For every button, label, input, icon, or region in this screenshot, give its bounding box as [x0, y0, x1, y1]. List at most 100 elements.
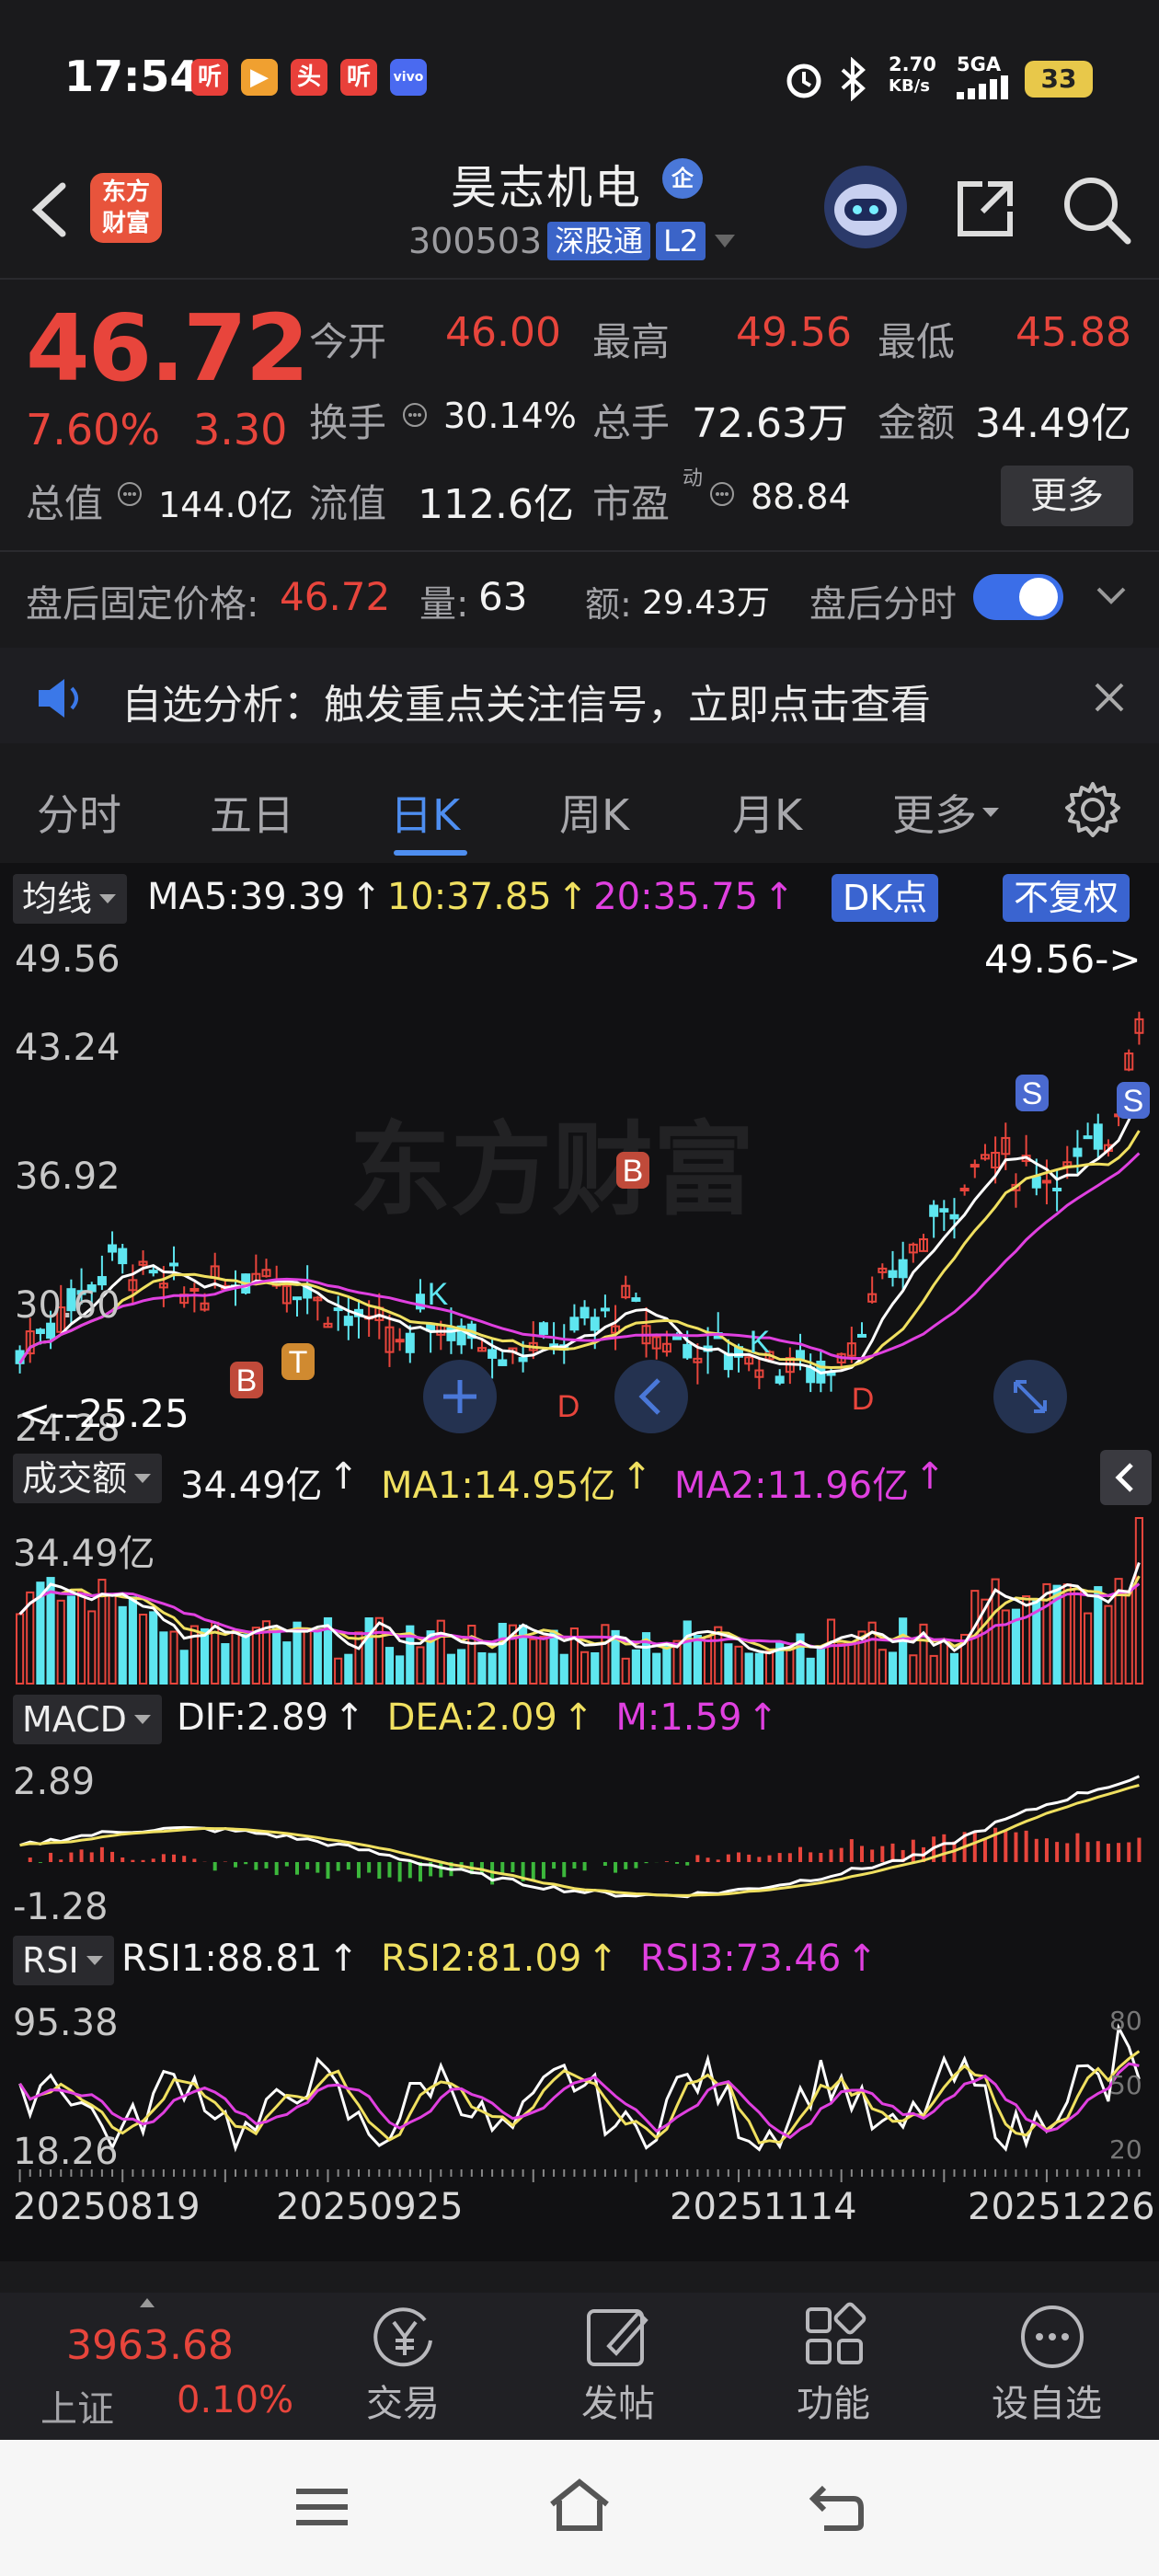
volume-bar: [806, 1657, 815, 1685]
volume-bar: [396, 1655, 405, 1685]
pct-change: 7.60%: [26, 405, 161, 454]
volume-bar: [826, 1618, 836, 1685]
zoom-in-icon[interactable]: [421, 1358, 499, 1435]
candle-body: [333, 1307, 343, 1312]
menu-icon[interactable]: [293, 2484, 351, 2530]
vol-ma2: MA2:11.96亿: [673, 1465, 910, 1507]
notice-text[interactable]: 自选分析：触发重点关注信号，立即点击查看: [121, 672, 931, 730]
index-pct[interactable]: 0.10%: [177, 2379, 293, 2421]
tab-more[interactable]: 更多: [892, 782, 1001, 843]
volume-bar: [652, 1652, 661, 1685]
vol-ma1-arrow: ↑: [621, 1455, 652, 1498]
chevron-left-icon: [1115, 1463, 1133, 1492]
eastmoney-logo[interactable]: 东方 财富: [90, 173, 162, 243]
low-marker: <--25.25: [18, 1391, 189, 1436]
info-icon[interactable]: [708, 480, 736, 508]
stock-name[interactable]: 昊志机电: [451, 151, 642, 217]
add-watch-label[interactable]: 设自选: [992, 2374, 1102, 2427]
date-label-4: 20251226: [968, 2186, 1155, 2228]
index-value[interactable]: 3963.68: [66, 2322, 234, 2369]
volume-bar: [621, 1657, 630, 1685]
index-name[interactable]: 上证: [40, 2379, 114, 2432]
tab-daily-k[interactable]: 日K: [390, 782, 460, 843]
function-button[interactable]: [800, 2302, 870, 2372]
rsi-ref-high: 80: [1109, 2006, 1142, 2036]
yen-exchange-icon: [373, 2307, 432, 2367]
info-icon[interactable]: [116, 480, 143, 508]
post-label[interactable]: 发帖: [581, 2374, 655, 2427]
candle-body: [929, 1204, 939, 1217]
signal-icon: [957, 75, 1008, 99]
trade-label[interactable]: 交易: [366, 2374, 440, 2427]
candle-body: [405, 1332, 415, 1353]
volume-bar: [108, 1594, 117, 1685]
add-watch-button[interactable]: [1017, 2302, 1087, 2372]
tab-weekly-k[interactable]: 周K: [559, 782, 629, 843]
rsi-axis-bottom: 18.26: [13, 2131, 119, 2173]
home-icon[interactable]: [546, 2477, 613, 2534]
stock-code-row[interactable]: 300503 深股通 L2: [408, 221, 739, 261]
rsi1: RSI1:88.81: [121, 1938, 323, 1980]
fullscreen-icon[interactable]: [992, 1358, 1069, 1435]
mktcap-value: 144.0亿: [158, 485, 293, 525]
app-notification-icon: 听: [191, 59, 228, 96]
back-arrow-icon: [31, 182, 66, 237]
status-time: 17:54: [64, 52, 200, 101]
rsi-selector[interactable]: RSI: [13, 1936, 114, 1985]
net-speed: 2.70 KB/s: [889, 53, 936, 96]
collapse-indicators-button[interactable]: [1100, 1450, 1152, 1505]
volume-bar: [179, 1650, 189, 1685]
more-quote-button[interactable]: 更多: [1001, 466, 1133, 526]
rsi-selector-label: RSI: [22, 1940, 79, 1981]
dk-button[interactable]: DK点: [832, 874, 939, 922]
chevron-down-icon[interactable]: [1095, 581, 1128, 609]
macd-m-arrow: ↑: [747, 1696, 778, 1739]
search-icon[interactable]: [1060, 173, 1133, 247]
candle-body: [857, 1333, 866, 1338]
volume-chart[interactable]: [0, 1509, 1159, 1689]
share-icon[interactable]: [951, 175, 1019, 243]
volume-bar: [724, 1643, 733, 1685]
pe-value: 88.84: [751, 477, 851, 517]
turnover-value: 30.14%: [443, 396, 577, 436]
ai-assistant-icon[interactable]: [824, 166, 907, 248]
candle-body: [1031, 1176, 1041, 1189]
rsi-chart[interactable]: [0, 1995, 1159, 2169]
price-change: 3.30: [193, 405, 288, 454]
rsi-axis-top: 95.38: [13, 2002, 119, 2044]
grid-apps-icon: [806, 2302, 866, 2364]
tab-five-day[interactable]: 五日: [210, 782, 294, 843]
kline-axis-tick3: 36.92: [15, 1156, 120, 1198]
enterprise-badge: 企: [662, 158, 703, 199]
tab-monthly-k[interactable]: 月K: [732, 782, 802, 843]
low-value: 45.88: [1016, 309, 1131, 356]
date-label-1: 20250819: [13, 2186, 201, 2228]
ma-selector[interactable]: 均线: [13, 874, 128, 924]
volume-bar: [929, 1654, 938, 1685]
function-label[interactable]: 功能: [797, 2374, 870, 2427]
volume-selector[interactable]: 成交额: [13, 1454, 163, 1503]
signal-marker: K: [428, 1277, 449, 1312]
scroll-left-icon[interactable]: [613, 1358, 690, 1435]
rsi3: RSI3:73.46: [639, 1938, 842, 1980]
post-button[interactable]: [583, 2302, 653, 2372]
volume-bar: [303, 1627, 312, 1685]
after-hours-toggle[interactable]: [973, 574, 1063, 620]
back-nav-icon[interactable]: [808, 2480, 866, 2534]
adjust-button[interactable]: 不复权: [1003, 874, 1130, 922]
volume-bar: [334, 1657, 343, 1685]
close-icon[interactable]: [1091, 679, 1128, 716]
macd-chart[interactable]: [0, 1752, 1159, 1925]
rsi2-arrow: ↑: [587, 1938, 618, 1980]
tab-intraday[interactable]: 分时: [37, 782, 121, 843]
back-button[interactable]: [24, 173, 79, 247]
info-icon[interactable]: [401, 401, 429, 429]
vol-ma1: MA1:14.95亿: [381, 1465, 616, 1507]
trade-button[interactable]: [368, 2300, 442, 2374]
dropdown-arrow-icon: [715, 235, 736, 247]
stock-code: 300503: [408, 221, 543, 261]
kline-chart[interactable]: 东方财富 BTBKKS SD D: [0, 929, 1159, 1444]
volume-value: 72.63万: [692, 400, 848, 447]
macd-selector[interactable]: MACD: [13, 1695, 162, 1744]
settings-gear-icon[interactable]: [1063, 780, 1122, 839]
